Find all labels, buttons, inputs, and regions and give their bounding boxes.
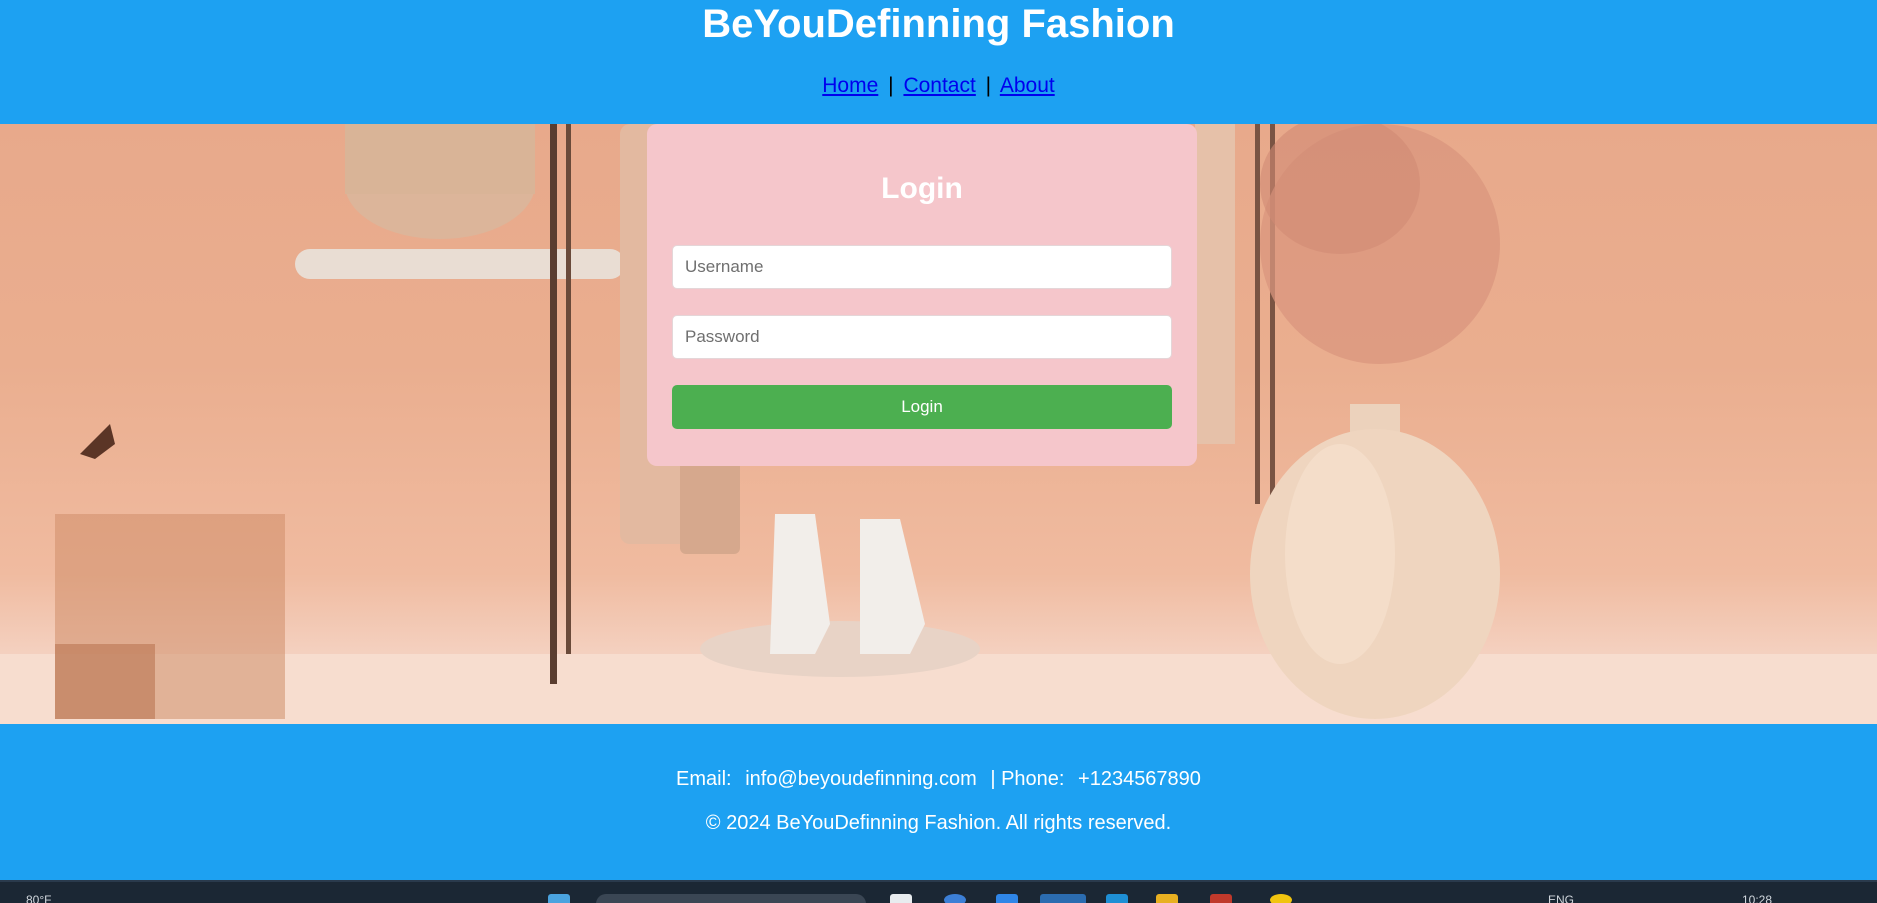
start-menu-icon[interactable] xyxy=(548,894,570,903)
page: BeYouDefinning Fashion Home | Contact | … xyxy=(0,0,1877,903)
os-taskbar: 80°F ENG 10:28 xyxy=(0,880,1877,903)
browser-icon[interactable] xyxy=(1040,894,1086,903)
site-footer: Email: info@beyoudefinning.com | Phone: … xyxy=(0,724,1877,880)
chrome-icon[interactable] xyxy=(1270,894,1292,903)
folder-icon[interactable] xyxy=(1156,894,1178,903)
site-title: BeYouDefinning Fashion xyxy=(702,2,1175,46)
login-button[interactable]: Login xyxy=(672,385,1172,429)
phone-value: +1234567890 xyxy=(1078,768,1201,790)
nav-link-contact[interactable]: Contact xyxy=(903,74,975,97)
username-input[interactable] xyxy=(672,245,1172,289)
nav-link-about[interactable]: About xyxy=(1000,74,1055,97)
code-editor-icon[interactable] xyxy=(1106,894,1128,903)
phone-label: | Phone: xyxy=(990,768,1065,790)
email-value: info@beyoudefinning.com xyxy=(745,768,977,790)
weather-readout[interactable]: 80°F xyxy=(26,894,51,903)
email-label: Email: xyxy=(676,768,732,790)
main-nav: Home | Contact | About xyxy=(0,74,1877,98)
nav-link-home[interactable]: Home xyxy=(822,74,878,97)
store-icon[interactable] xyxy=(996,894,1018,903)
nav-separator: | xyxy=(985,74,992,97)
file-explorer-icon[interactable] xyxy=(890,894,912,903)
clock[interactable]: 10:28 xyxy=(1742,894,1772,903)
login-title: Login xyxy=(881,172,963,205)
password-input[interactable] xyxy=(672,315,1172,359)
search-bar-icon[interactable] xyxy=(596,894,866,903)
mail-icon[interactable] xyxy=(1210,894,1232,903)
messaging-app-icon[interactable] xyxy=(944,894,966,903)
language-indicator[interactable]: ENG xyxy=(1548,894,1574,903)
contact-info: Email: info@beyoudefinning.com | Phone: … xyxy=(0,768,1877,791)
nav-separator: | xyxy=(888,74,894,97)
login-card: Login Login xyxy=(647,124,1197,466)
copyright-text: © 2024 BeYouDefinning Fashion. All right… xyxy=(705,812,1172,834)
site-header: BeYouDefinning Fashion Home | Contact | … xyxy=(0,0,1877,124)
